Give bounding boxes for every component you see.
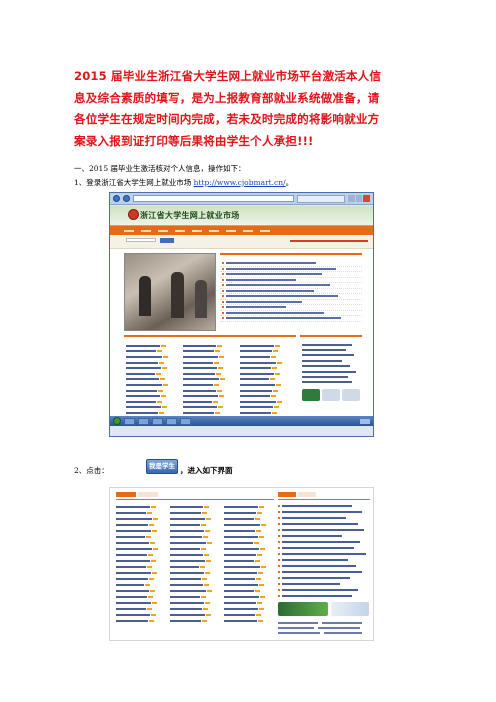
student-page-screenshot	[109, 487, 374, 641]
i-am-student-button[interactable]: 我是学生	[146, 459, 178, 474]
browser-toolbar	[110, 193, 373, 205]
notice-line: 息及综合素质的填写，是为上报教育部就业系统做准备，请	[74, 90, 380, 105]
emblem-icon	[128, 209, 139, 220]
step1-line: 1、登录浙江省大学生网上就业市场 http://www.cjobmart.cn/…	[74, 178, 293, 188]
site-navbar	[110, 226, 373, 235]
address-bar	[133, 195, 294, 202]
notice-line: 各位学生在规定时间内完成，若未及时完成的将影响就业方	[74, 112, 380, 126]
banner-green	[278, 602, 328, 616]
notice-line: 案录入报到证打印等后果将由学生个人承担!!!	[74, 133, 314, 148]
browser-tab	[297, 194, 345, 203]
cjobmart-link[interactable]: http://www.cjobmart.cn/	[194, 178, 286, 187]
start-icon	[113, 417, 121, 425]
step1-suffix: 。	[285, 178, 294, 187]
clock	[360, 418, 370, 424]
news-photo	[124, 253, 216, 331]
site-title: 浙江省大学生网上就业市场	[140, 211, 240, 220]
step2-suffix: ，进入如下界面	[180, 466, 233, 475]
news-list	[220, 253, 362, 331]
site-searchbar	[110, 235, 373, 249]
notice-paragraph: 2015 届毕业生浙江省大学生网上就业市场平台激活本人信 息及综合素质的填写，是…	[74, 66, 426, 152]
search-button	[160, 238, 174, 243]
job-lists	[124, 335, 296, 427]
search-input	[126, 238, 156, 242]
notice-line: 2015 届毕业生浙江省大学生网上就业市场平台激活本人信	[74, 69, 382, 83]
site-banner: 浙江省大学生网上就业市场	[110, 206, 373, 226]
os-taskbar	[110, 416, 373, 426]
intro-line: 一、2015 届毕业生激活核对个人信息，操作如下：	[74, 164, 246, 173]
website-screenshot: 浙江省大学生网上就业市场	[109, 192, 374, 437]
step2-prefix: 2、点击：	[74, 466, 109, 475]
back-icon	[113, 195, 120, 202]
step1-prefix: 1、登录浙江省大学生网上就业市场	[74, 178, 194, 187]
forward-icon	[123, 195, 130, 202]
site-page: 浙江省大学生网上就业市场	[110, 206, 373, 426]
side-panel	[300, 335, 362, 427]
window-controls	[348, 195, 371, 202]
banner-light	[331, 602, 369, 616]
scroll-notice	[290, 240, 368, 242]
